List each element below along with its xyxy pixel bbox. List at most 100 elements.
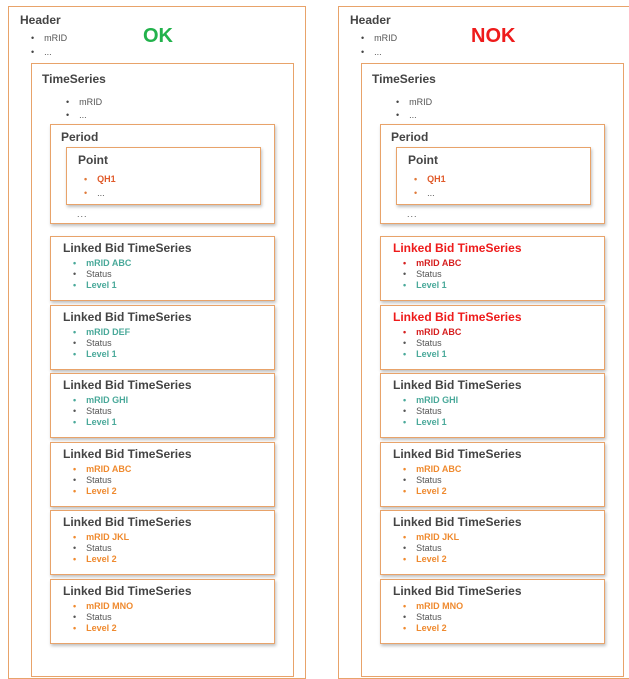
linked-bid-box-duplicate: Linked Bid TimeSeries mRID ABC Status Le… — [380, 236, 605, 301]
linked-bid-title: Linked Bid TimeSeries — [393, 584, 522, 598]
linked-bid-box: Linked Bid TimeSeries mRID GHI Status Le… — [380, 373, 605, 438]
linked-bid-box: Linked Bid TimeSeries mRID GHI Status Le… — [50, 373, 275, 438]
linked-bid-mrid: mRID GHI — [73, 395, 128, 406]
linked-bid-field-list: mRID ABC Status Level 2 — [73, 464, 131, 497]
linked-bid-status: Status — [403, 475, 461, 486]
header-title: Header — [350, 13, 391, 27]
linked-bid-field-list: mRID DEF Status Level 1 — [73, 327, 130, 360]
linked-bid-box: Linked Bid TimeSeries mRID ABC Status Le… — [50, 236, 275, 301]
linked-bid-title: Linked Bid TimeSeries — [393, 515, 522, 529]
panel-nok: Header mRID ... NOK TimeSeries mRID ... … — [338, 6, 629, 679]
timeseries-box: TimeSeries mRID ... Period Point QH1 ...… — [31, 63, 294, 677]
timeseries-field: mRID — [66, 96, 102, 109]
linked-bid-box: Linked Bid TimeSeries mRID ABC Status Le… — [50, 442, 275, 507]
point-box: Point QH1 ... — [396, 147, 591, 205]
linked-bid-title: Linked Bid TimeSeries — [63, 310, 192, 324]
linked-bid-status: Status — [73, 475, 131, 486]
linked-bid-title: Linked Bid TimeSeries — [393, 447, 522, 461]
period-box: Period Point QH1 ... ... — [380, 124, 605, 224]
timeseries-field-list: mRID ... — [66, 96, 102, 122]
header-field-list: mRID ... — [31, 31, 67, 59]
linked-bid-level: Level 2 — [73, 486, 131, 497]
point-field-qh: QH1 — [414, 172, 446, 186]
period-box: Period Point QH1 ... ... — [50, 124, 275, 224]
linked-bid-box: Linked Bid TimeSeries mRID ABC Status Le… — [380, 442, 605, 507]
period-ellipsis: ... — [77, 209, 88, 219]
timeseries-field: ... — [66, 109, 102, 122]
linked-bid-mrid: mRID JKL — [73, 532, 129, 543]
linked-bid-box: Linked Bid TimeSeries mRID JKL Status Le… — [50, 510, 275, 575]
linked-bid-mrid: mRID GHI — [403, 395, 458, 406]
linked-bid-box: Linked Bid TimeSeries mRID DEF Status Le… — [50, 305, 275, 370]
linked-bid-mrid: mRID ABC — [403, 258, 461, 269]
linked-bid-status: Status — [403, 543, 459, 554]
linked-bid-level: Level 1 — [403, 349, 461, 360]
linked-bid-mrid: mRID MNO — [403, 601, 463, 612]
linked-bid-box-duplicate: Linked Bid TimeSeries mRID ABC Status Le… — [380, 305, 605, 370]
linked-bid-status: Status — [73, 543, 129, 554]
linked-bid-title: Linked Bid TimeSeries — [63, 378, 192, 392]
point-box: Point QH1 ... — [66, 147, 261, 205]
header-field: ... — [31, 45, 67, 59]
linked-bid-status: Status — [73, 338, 130, 349]
linked-bid-mrid: mRID JKL — [403, 532, 459, 543]
panel-ok: Header mRID ... OK TimeSeries mRID ... P… — [8, 6, 306, 679]
linked-bid-level: Level 2 — [403, 554, 459, 565]
linked-bid-field-list: mRID JKL Status Level 2 — [403, 532, 459, 565]
header-field: mRID — [361, 31, 397, 45]
point-title: Point — [408, 153, 438, 167]
linked-bid-level: Level 2 — [403, 623, 463, 634]
timeseries-box: TimeSeries mRID ... Period Point QH1 ...… — [361, 63, 624, 677]
linked-bid-level: Level 2 — [403, 486, 461, 497]
point-field-qh: QH1 — [84, 172, 116, 186]
linked-bid-field-list: mRID JKL Status Level 2 — [73, 532, 129, 565]
linked-bid-level: Level 1 — [403, 417, 458, 428]
linked-bid-title: Linked Bid TimeSeries — [393, 378, 522, 392]
point-field-list: QH1 ... — [414, 172, 446, 200]
verdict-label: NOK — [471, 25, 516, 47]
linked-bid-field-list: mRID ABC Status Level 1 — [403, 327, 461, 360]
period-ellipsis: ... — [407, 209, 418, 219]
timeseries-field: ... — [396, 109, 432, 122]
verdict-label: OK — [143, 25, 173, 47]
point-field-list: QH1 ... — [84, 172, 116, 200]
linked-bid-status: Status — [403, 612, 463, 623]
timeseries-title: TimeSeries — [372, 72, 436, 86]
linked-bid-mrid: mRID ABC — [73, 258, 131, 269]
linked-bid-level: Level 1 — [73, 417, 128, 428]
linked-bid-status: Status — [403, 338, 461, 349]
point-field: ... — [414, 186, 446, 200]
linked-bid-mrid: mRID ABC — [403, 327, 461, 338]
timeseries-field-list: mRID ... — [396, 96, 432, 122]
linked-bid-field-list: mRID GHI Status Level 1 — [403, 395, 458, 428]
linked-bid-level: Level 2 — [73, 554, 129, 565]
period-title: Period — [391, 130, 429, 144]
linked-bid-mrid: mRID MNO — [73, 601, 133, 612]
point-title: Point — [78, 153, 108, 167]
linked-bid-level: Level 2 — [73, 623, 133, 634]
linked-bid-title: Linked Bid TimeSeries — [63, 447, 192, 461]
header-field-list: mRID ... — [361, 31, 397, 59]
linked-bid-mrid: mRID ABC — [403, 464, 461, 475]
linked-bid-title: Linked Bid TimeSeries — [63, 241, 192, 255]
linked-bid-status: Status — [403, 406, 458, 417]
header-field: mRID — [31, 31, 67, 45]
linked-bid-title: Linked Bid TimeSeries — [63, 515, 192, 529]
linked-bid-mrid: mRID ABC — [73, 464, 131, 475]
linked-bid-mrid: mRID DEF — [73, 327, 130, 338]
linked-bid-level: Level 1 — [73, 349, 130, 360]
timeseries-field: mRID — [396, 96, 432, 109]
header-title: Header — [20, 13, 61, 27]
linked-bid-title: Linked Bid TimeSeries — [393, 310, 522, 324]
linked-bid-field-list: mRID MNO Status Level 2 — [73, 601, 133, 634]
linked-bid-field-list: mRID ABC Status Level 1 — [73, 258, 131, 291]
linked-bid-status: Status — [73, 406, 128, 417]
linked-bid-level: Level 1 — [403, 280, 461, 291]
linked-bid-level: Level 1 — [73, 280, 131, 291]
linked-bid-field-list: mRID ABC Status Level 1 — [403, 258, 461, 291]
period-title: Period — [61, 130, 99, 144]
timeseries-title: TimeSeries — [42, 72, 106, 86]
point-field: ... — [84, 186, 116, 200]
linked-bid-status: Status — [73, 612, 133, 623]
linked-bid-status: Status — [403, 269, 461, 280]
